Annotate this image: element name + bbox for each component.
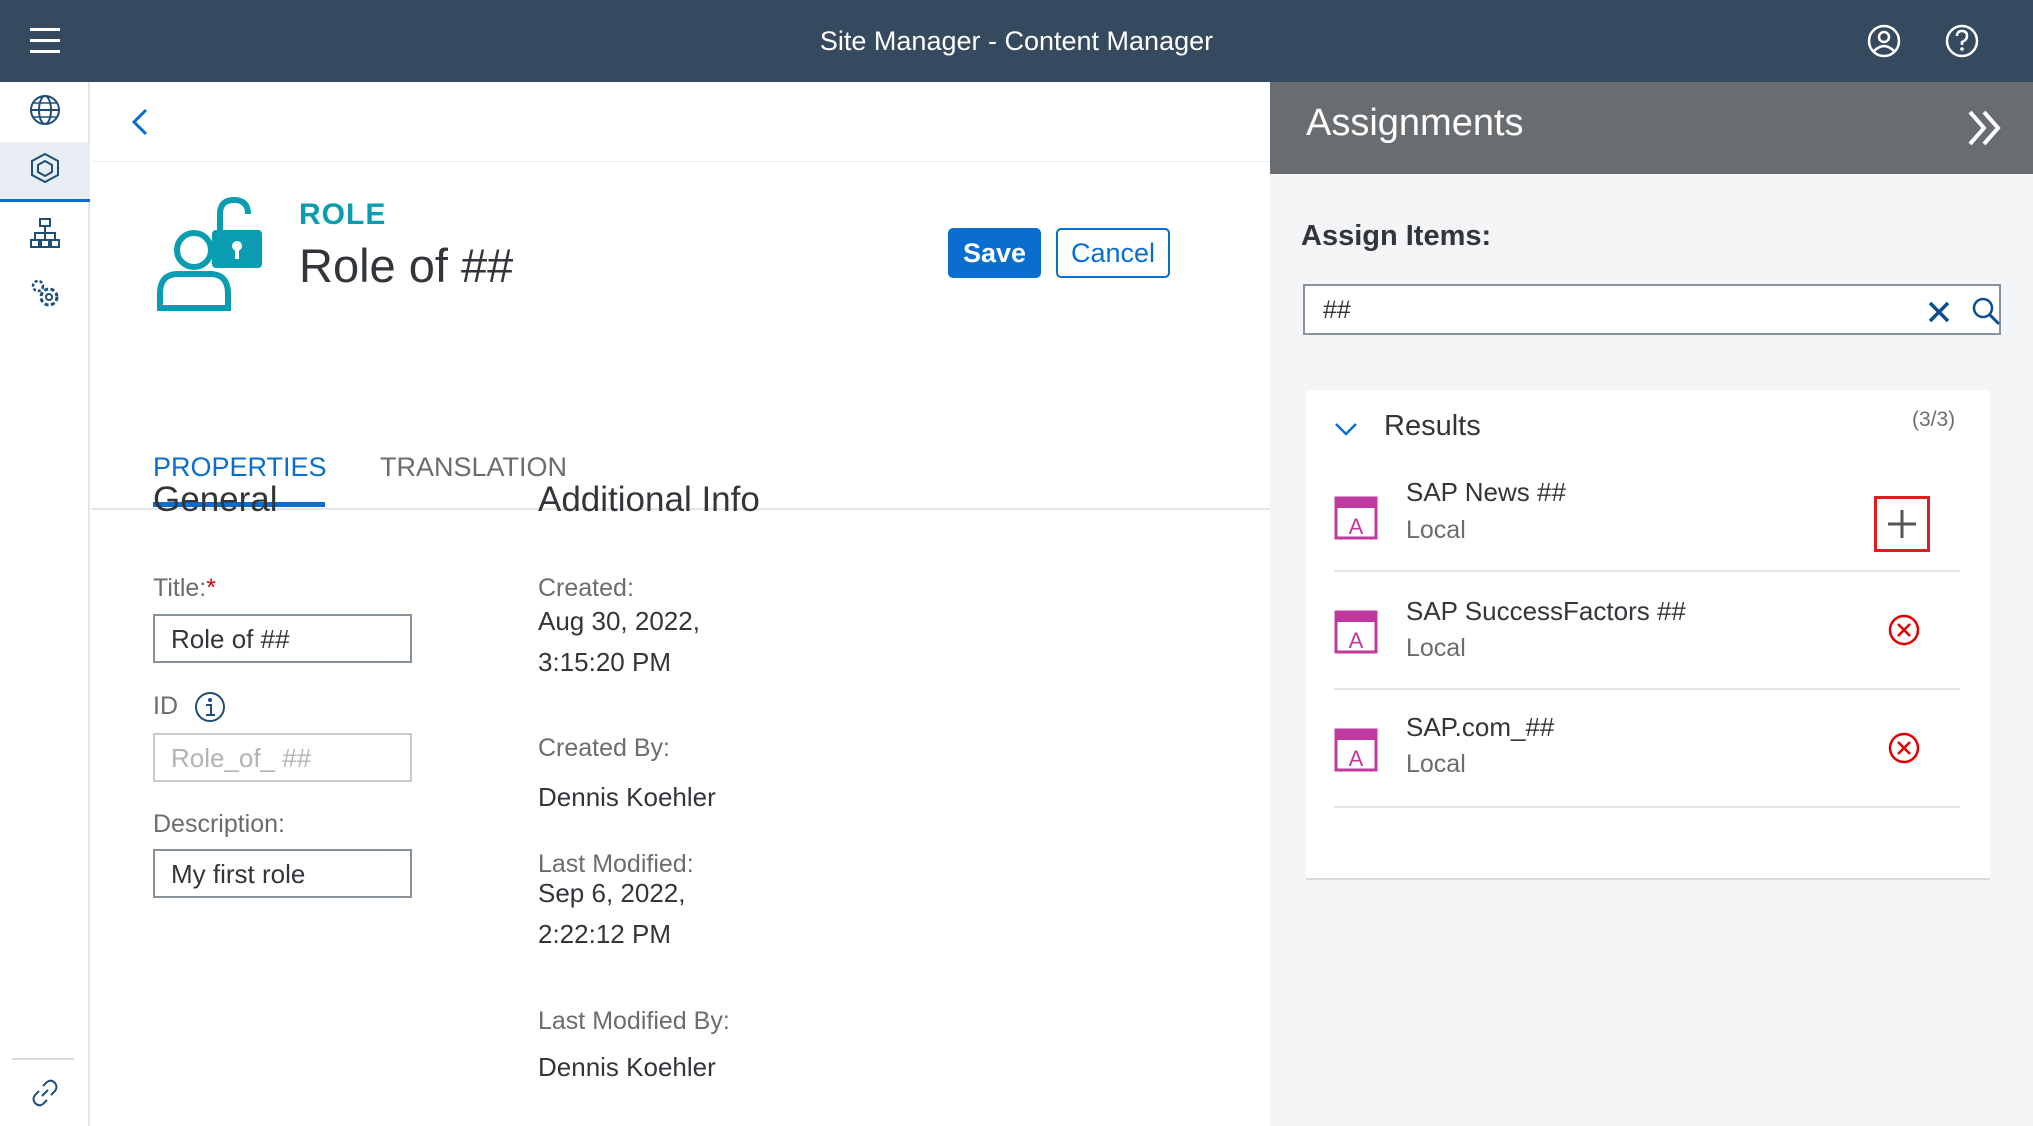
nav-item-globe[interactable] [0,82,90,142]
side-navigation [0,82,90,1126]
object-kind-label: ROLE [299,198,387,231]
cancel-button[interactable]: Cancel [1056,228,1170,278]
user-account-icon[interactable] [1864,21,1904,61]
result-item: A SAP SuccessFactors ## Local [1334,572,1960,690]
required-marker: * [206,574,216,602]
id-input: Role_of_ ## [153,733,412,782]
result-item: A SAP.com_## Local [1334,690,1960,808]
nav-item-hierarchy[interactable] [0,205,90,265]
svg-text:A: A [1349,514,1364,539]
add-button[interactable] [1874,496,1930,552]
link-icon [30,1078,60,1113]
result-name: SAP News ## [1406,477,1566,507]
created-by-value: Dennis Koehler [538,782,716,812]
svg-text:A: A [1349,628,1364,653]
chevron-down-icon[interactable] [1331,414,1361,444]
add-icon [1877,510,1927,553]
back-chevron-icon[interactable] [122,102,158,142]
title-input[interactable]: Role of ## [153,614,412,663]
save-button[interactable]: Save [948,228,1041,278]
help-icon[interactable] [1942,21,1982,61]
result-scope: Local [1406,750,1466,778]
last-modified-value: Sep 6, 2022, 2:22:12 PM [538,878,686,949]
role-unlocked-icon [154,194,274,312]
globe-icon [28,93,62,132]
shell-title: Site Manager - Content Manager [819,26,1214,56]
results-count: (3/3) [1912,408,1956,431]
shell-bar: Site Manager - Content Manager [0,0,2033,82]
created-by-label: Created By: [538,734,671,762]
remove-icon[interactable] [1886,612,1922,653]
nav-item-link[interactable] [0,1070,90,1120]
nav-separator [12,1058,74,1060]
result-name: SAP SuccessFactors ## [1406,596,1686,626]
last-modified-by-value: Dennis Koehler [538,1052,716,1082]
result-scope: Local [1406,516,1466,544]
search-icon[interactable] [1969,294,2003,328]
clear-icon[interactable] [1923,296,1955,328]
title-field-label: Title:* [153,574,216,603]
nav-item-settings[interactable] [0,265,90,325]
cube-icon [28,151,62,190]
role-editor: ROLE Role of ## Save Cancel PROPERTIES T… [92,82,1360,1126]
result-name: SAP.com_## [1406,712,1555,742]
result-scope: Local [1406,634,1466,662]
editor-toolbar [92,82,1270,162]
description-field-label: Description: [153,810,285,838]
results-title[interactable]: Results [1384,410,1481,443]
hierarchy-icon [28,216,62,255]
assignments-header: Assignments [1270,82,2033,174]
info-icon[interactable] [193,690,227,724]
app-tile-icon: A [1334,496,1378,540]
additional-info-section-title: Additional Info [538,480,760,519]
assign-items-label: Assign Items: [1301,220,1492,252]
app-tile-icon: A [1334,728,1378,772]
assignments-title: Assignments [1306,102,1524,144]
description-input[interactable]: My first role [153,849,412,898]
nav-item-content-manager[interactable] [0,142,90,202]
created-value: Aug 30, 2022, 3:15:20 PM [538,606,700,677]
results-panel: Results (3/3) A SAP News ## Local A SAP … [1306,390,1990,880]
last-modified-by-label: Last Modified By: [538,1007,730,1035]
page-title: Role of ## [299,239,514,292]
result-item: A SAP News ## Local [1334,454,1960,572]
general-section-title: General [153,480,278,519]
remove-icon[interactable] [1886,730,1922,771]
settings-icon [27,275,63,316]
app-tile-icon: A [1334,610,1378,654]
created-label: Created: [538,574,634,602]
id-field-label: ID [153,692,178,720]
assign-search-field[interactable]: ## [1303,284,2001,335]
assignments-panel: Assignments Assign Items: ## Results (3/… [1270,82,2033,1126]
title-label-text: Title: [153,574,207,602]
search-input[interactable]: ## [1323,296,1351,325]
svg-text:A: A [1349,746,1364,771]
double-chevron-right-icon[interactable] [1958,102,2012,154]
